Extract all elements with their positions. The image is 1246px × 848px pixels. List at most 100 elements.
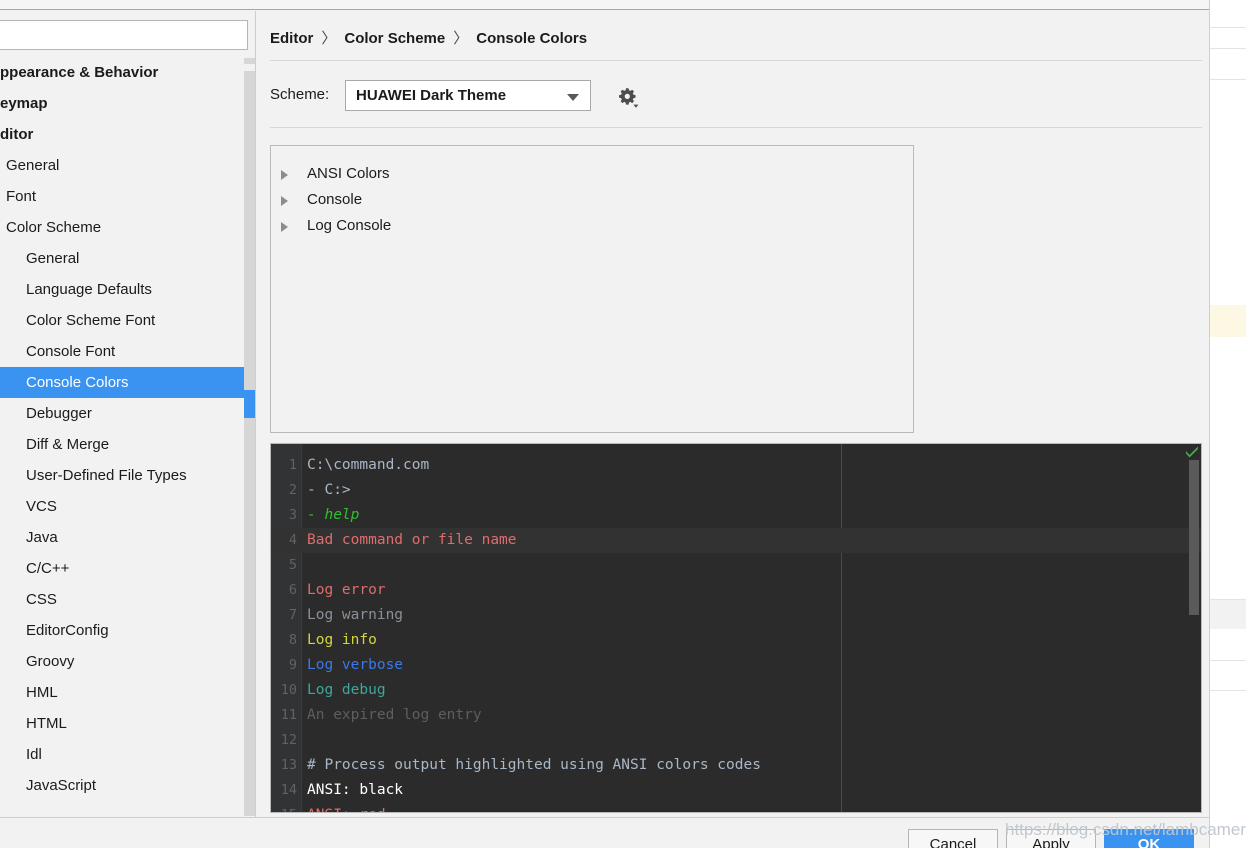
sidebar-item-general[interactable]: General bbox=[0, 150, 246, 181]
preview-line: 2 - C:> bbox=[271, 478, 1201, 503]
preview-code: 1 C:\command.com 2 - C:> 3 - help 4 Bad command… bbox=[271, 453, 1201, 812]
category-label: Log Console bbox=[307, 217, 392, 234]
sidebar-item-label: HTML bbox=[26, 715, 67, 732]
line-number: 11 bbox=[280, 707, 297, 723]
settings-dialog-screen: ppearance & Behavior eymap ditor General Fon… bbox=[0, 0, 1246, 848]
search-input[interactable] bbox=[0, 21, 247, 49]
sidebar-item-label: C/C++ bbox=[26, 560, 70, 577]
sidebar-item-label: Java bbox=[26, 529, 58, 546]
chevron-right-icon[interactable] bbox=[281, 170, 288, 180]
line-text: Log debug bbox=[307, 682, 386, 698]
line-text: An expired log entry bbox=[307, 707, 482, 723]
sidebar-item-java[interactable]: Java bbox=[0, 522, 246, 553]
line-text: Log verbose bbox=[307, 657, 404, 673]
line-number: 13 bbox=[280, 757, 297, 773]
sidebar-item-ppearance-behavior[interactable]: ppearance & Behavior bbox=[0, 57, 246, 88]
sidebar-scrollbar-nub[interactable] bbox=[244, 58, 255, 64]
sidebar-item-label: General bbox=[26, 250, 80, 267]
sidebar-item-label: JavaScript bbox=[26, 777, 97, 794]
sidebar-item-color-scheme[interactable]: Color Scheme bbox=[0, 212, 246, 243]
sidebar-item-color-scheme-font[interactable]: Color Scheme Font bbox=[0, 305, 246, 336]
sidebar-item-c-c[interactable]: C/C++ bbox=[0, 553, 246, 584]
header-divider bbox=[270, 60, 1202, 61]
sidebar-scrollbar-thumb-lower[interactable] bbox=[244, 418, 255, 816]
sidebar-item-html[interactable]: HTML bbox=[0, 708, 246, 739]
line-text: Log warning bbox=[307, 607, 404, 623]
line-number: 9 bbox=[288, 657, 297, 673]
sidebar-item-label: Console Font bbox=[26, 343, 116, 360]
line-number: 10 bbox=[280, 682, 297, 698]
settings-sidebar: ppearance & Behavior eymap ditor General Fon… bbox=[0, 11, 256, 817]
background-divider bbox=[1210, 660, 1246, 661]
preview-scrollbar-thumb[interactable] bbox=[1189, 460, 1199, 615]
preview-line: 14 ANSI: black bbox=[271, 778, 1201, 803]
sidebar-item-vcs[interactable]: VCS bbox=[0, 491, 246, 522]
category-row-ansi-colors[interactable]: ANSI Colors bbox=[271, 161, 913, 187]
breadcrumb-color-scheme[interactable]: Color Scheme bbox=[344, 30, 445, 47]
sidebar-item-eymap[interactable]: eymap bbox=[0, 88, 246, 119]
sidebar-item-console-colors[interactable]: Console Colors bbox=[0, 367, 246, 398]
scheme-dropdown[interactable]: HUAWEI Dark Theme bbox=[345, 80, 591, 111]
breadcrumb-separator: 〉 bbox=[453, 30, 469, 47]
toolbar-divider bbox=[270, 127, 1202, 128]
sidebar-item-diff-merge[interactable]: Diff & Merge bbox=[0, 429, 246, 460]
line-text: - C:> bbox=[307, 482, 351, 498]
category-label: ANSI Colors bbox=[307, 165, 390, 182]
preview-line: 7 Log warning bbox=[271, 603, 1201, 628]
breadcrumb-editor[interactable]: Editor bbox=[270, 30, 313, 47]
category-row-console[interactable]: Console bbox=[271, 187, 913, 213]
sidebar-scrollbar-thumb[interactable] bbox=[244, 71, 255, 434]
sidebar-scrollbar-marker bbox=[244, 390, 255, 418]
sidebar-item-editorconfig[interactable]: EditorConfig bbox=[0, 615, 246, 646]
line-number: 12 bbox=[280, 732, 297, 748]
line-number: 14 bbox=[280, 782, 297, 798]
sidebar-item-general[interactable]: General bbox=[0, 243, 246, 274]
sidebar-item-label: VCS bbox=[26, 498, 57, 515]
line-text: C:\command.com bbox=[307, 457, 430, 473]
line-number: 15 bbox=[271, 803, 297, 812]
search-box[interactable] bbox=[0, 20, 248, 50]
breadcrumb: Editor 〉 Color Scheme 〉 Console Colors bbox=[270, 27, 587, 48]
sidebar-item-label: Language Defaults bbox=[26, 281, 152, 298]
settings-content-panel: Editor 〉 Color Scheme 〉 Console Colors Schem… bbox=[256, 11, 1209, 817]
line-number: 4 bbox=[288, 532, 297, 548]
sidebar-item-label: General bbox=[6, 157, 60, 174]
sidebar-item-ditor[interactable]: ditor bbox=[0, 119, 246, 150]
sidebar-item-label: Color Scheme bbox=[6, 219, 102, 236]
sidebar-item-javascript[interactable]: JavaScript bbox=[0, 770, 246, 801]
sidebar-item-idl[interactable]: Idl bbox=[0, 739, 246, 770]
ok-button[interactable]: OK bbox=[1104, 829, 1194, 848]
preview-line: 15 ANSI: red bbox=[271, 803, 1201, 812]
cancel-button[interactable]: Cancel bbox=[908, 829, 998, 848]
gear-icon[interactable] bbox=[614, 85, 640, 111]
sidebar-item-label: Console Colors bbox=[26, 374, 129, 391]
breadcrumb-separator: 〉 bbox=[321, 30, 337, 47]
apply-button[interactable]: Apply bbox=[1006, 829, 1096, 848]
preview-line: 10 Log debug bbox=[271, 678, 1201, 703]
chevron-right-icon[interactable] bbox=[281, 196, 288, 206]
sidebar-tree[interactable]: ppearance & Behavior eymap ditor General Fon… bbox=[0, 57, 246, 817]
sidebar-item-label: Font bbox=[6, 188, 37, 205]
sidebar-item-font[interactable]: Font bbox=[0, 181, 246, 212]
chevron-right-icon[interactable] bbox=[281, 222, 288, 232]
line-text: ANSI: red bbox=[307, 803, 386, 812]
preview-line: 4 Bad command or file name bbox=[271, 528, 1201, 553]
sidebar-item-debugger[interactable]: Debugger bbox=[0, 398, 246, 429]
sidebar-item-hml[interactable]: HML bbox=[0, 677, 246, 708]
category-label: Console bbox=[307, 191, 363, 208]
sidebar-item-user-defined-file-types[interactable]: User-Defined File Types bbox=[0, 460, 246, 491]
green-check-icon bbox=[1186, 446, 1198, 458]
sidebar-item-console-font[interactable]: Console Font bbox=[0, 336, 246, 367]
console-preview[interactable]: 1 C:\command.com 2 - C:> 3 - help 4 Bad command… bbox=[270, 443, 1202, 813]
sidebar-item-groovy[interactable]: Groovy bbox=[0, 646, 246, 677]
color-category-list[interactable]: ANSI Colors Console Log Console bbox=[270, 145, 914, 433]
sidebar-item-language-defaults[interactable]: Language Defaults bbox=[0, 274, 246, 305]
preview-line: 12 bbox=[271, 728, 1201, 753]
line-number: 3 bbox=[288, 507, 297, 523]
dialog-top-strip bbox=[0, 0, 1209, 10]
sidebar-item-label: Debugger bbox=[26, 405, 92, 422]
sidebar-item-css[interactable]: CSS bbox=[0, 584, 246, 615]
sidebar-item-label: ditor bbox=[0, 126, 34, 143]
category-row-log-console[interactable]: Log Console bbox=[271, 213, 913, 239]
background-shade bbox=[1210, 599, 1246, 629]
